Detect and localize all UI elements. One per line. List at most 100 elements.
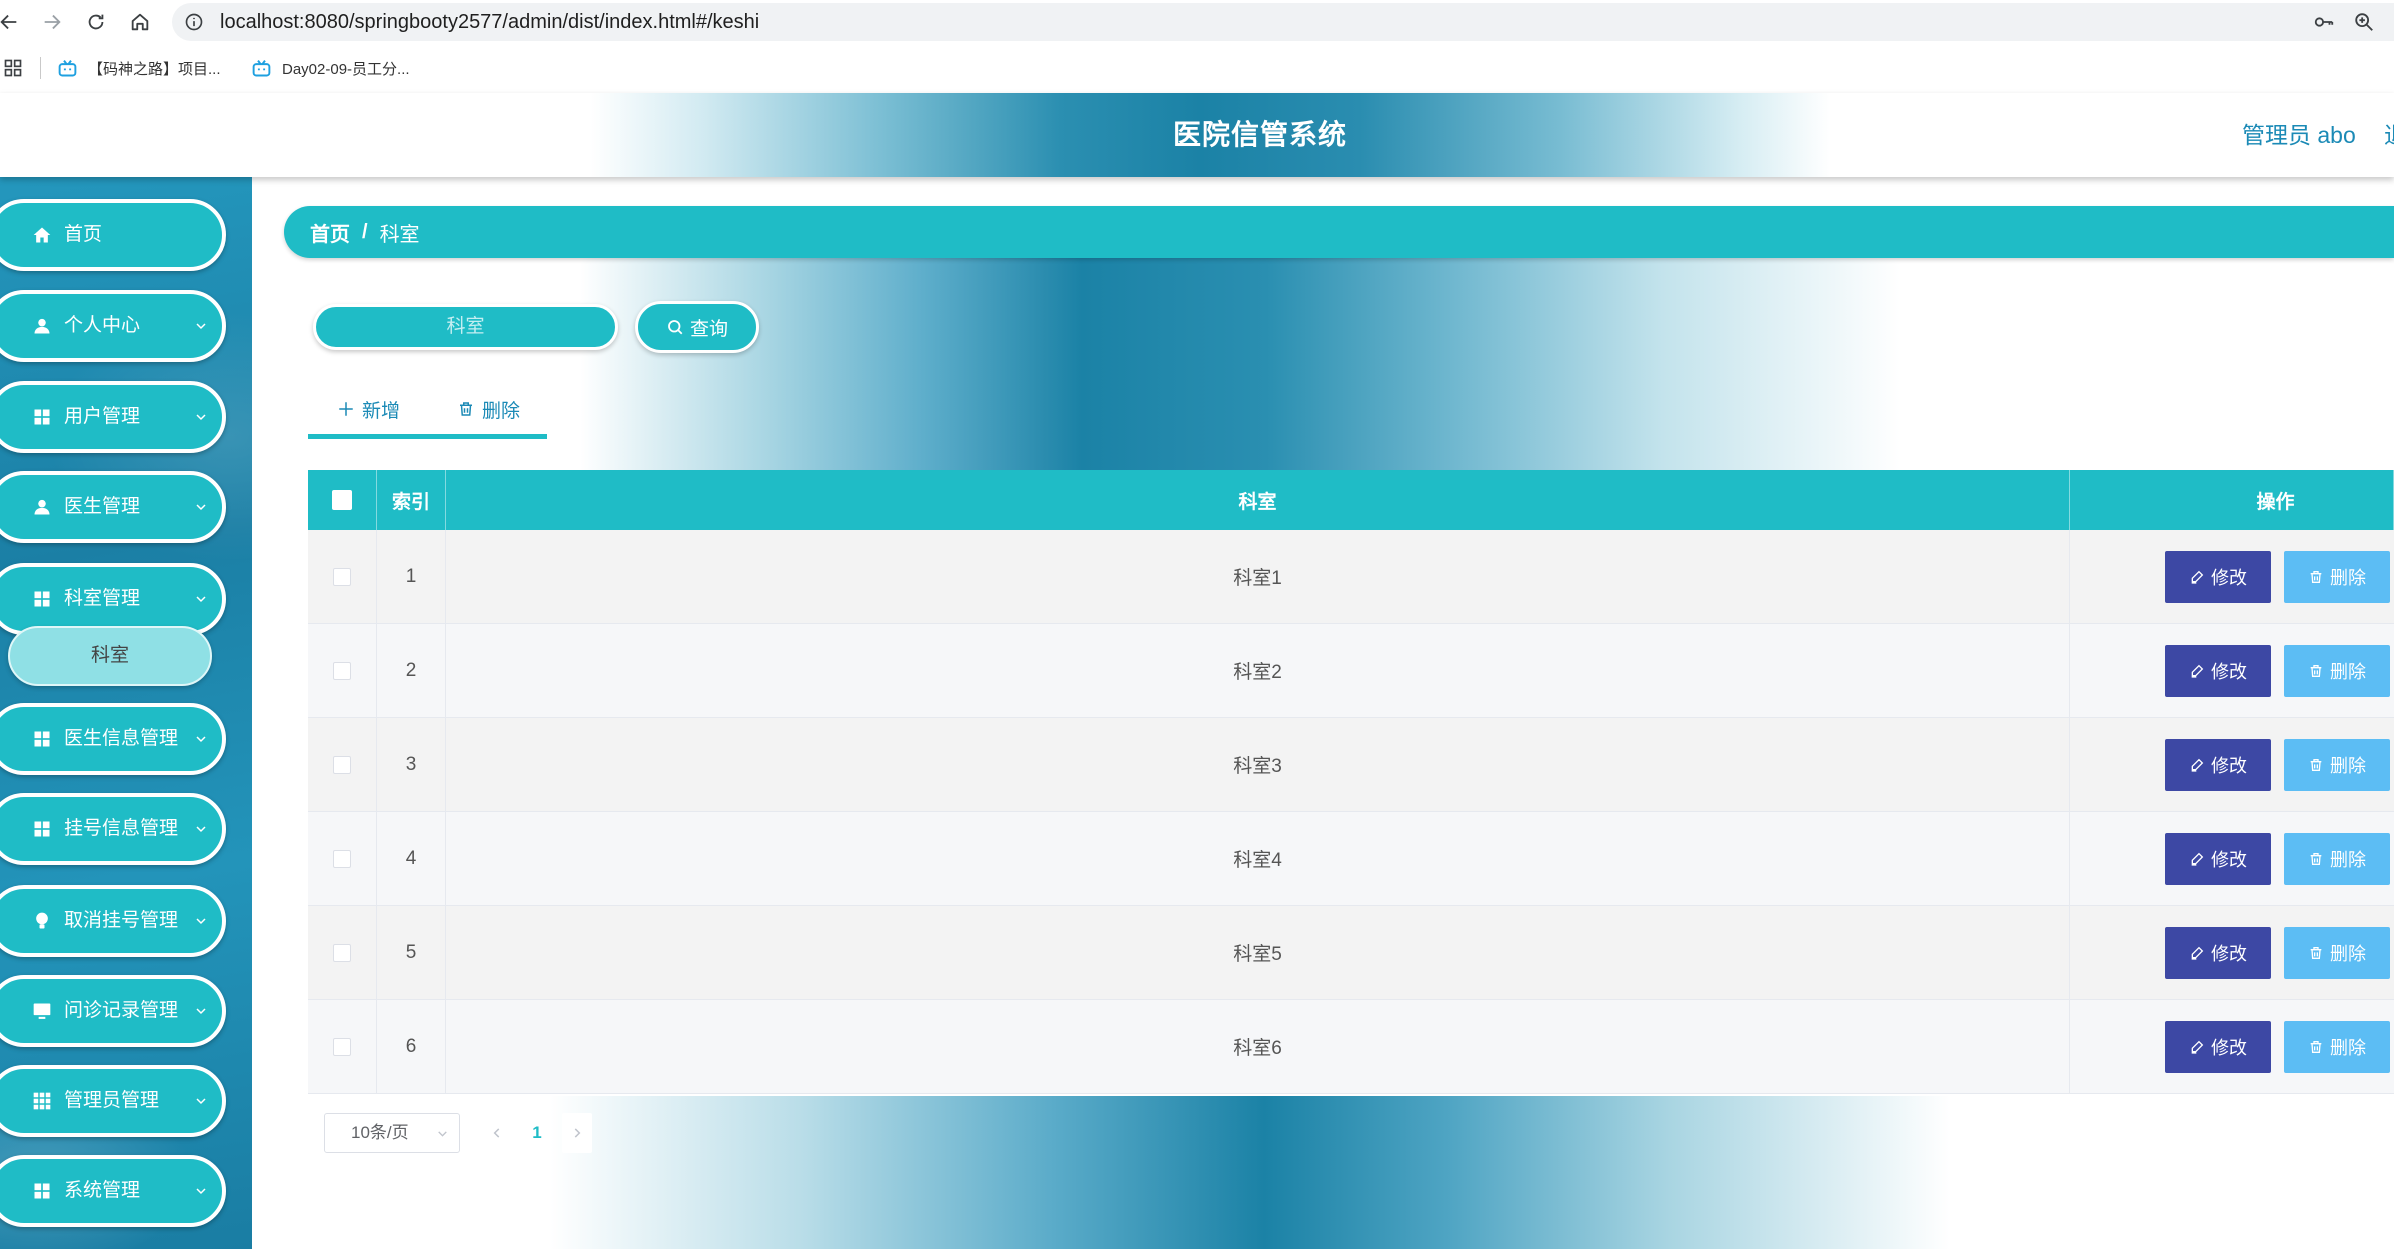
- row-checkbox[interactable]: [333, 849, 351, 868]
- delete-button-label: 删除: [2330, 1037, 2366, 1058]
- add-button-label: 新增: [362, 400, 401, 422]
- home-button[interactable]: [129, 11, 151, 33]
- site-info-button[interactable]: [183, 11, 205, 33]
- row-checkbox[interactable]: [333, 567, 351, 586]
- trash-icon: [2310, 946, 2322, 959]
- header-checkbox-cell: [308, 470, 377, 530]
- arrow-left-icon: [0, 14, 17, 30]
- sidebar-item-user-management[interactable]: 用户管理: [0, 381, 226, 453]
- edit-button-label: 修改: [2211, 943, 2247, 964]
- chevron-down-icon: [196, 918, 206, 925]
- edit-button-label: 修改: [2211, 567, 2247, 588]
- delete-button[interactable]: 删除: [2284, 738, 2390, 791]
- department-search-input[interactable]: [313, 304, 618, 350]
- column-header-name[interactable]: 科室: [446, 470, 2070, 530]
- edit-button[interactable]: 修改: [2165, 926, 2271, 979]
- row-actions: 修改 删除: [2070, 812, 2394, 905]
- chevron-down-icon: [196, 414, 206, 421]
- sidebar-item-personal-center[interactable]: 个人中心: [0, 290, 226, 362]
- sidebar-item-department-management[interactable]: 科室管理: [0, 563, 226, 635]
- delete-button[interactable]: 删除: [2284, 644, 2390, 697]
- bookmark-item[interactable]: Day02-09-员工分...: [251, 44, 410, 92]
- bookmark-label: 【码神之路】项目...: [88, 60, 221, 78]
- edit-button[interactable]: 修改: [2165, 738, 2271, 791]
- prev-page-button[interactable]: [484, 1113, 510, 1153]
- info-icon: [185, 13, 203, 31]
- current-user[interactable]: 管理员 abo: [2242, 93, 2356, 177]
- delete-button[interactable]: 删除: [2284, 926, 2390, 979]
- row-checkbox[interactable]: [333, 943, 351, 962]
- sidebar-item-doctor-info-management[interactable]: 医生信息管理: [0, 703, 226, 775]
- sidebar-item-admin-management[interactable]: 管理员管理: [0, 1065, 226, 1137]
- sidebar-item-system-management[interactable]: 系统管理: [0, 1155, 226, 1227]
- row-index: 5: [377, 906, 446, 999]
- sidebar-item-cancel-registration-management[interactable]: 取消挂号管理: [0, 885, 226, 957]
- reload-icon: [88, 14, 104, 30]
- edit-button-label: 修改: [2211, 1037, 2247, 1058]
- edit-button[interactable]: 修改: [2165, 1020, 2271, 1073]
- batch-delete-button[interactable]: 删除: [457, 395, 520, 423]
- row-index: 1: [377, 530, 446, 623]
- sidebar-item-doctor-management[interactable]: 医生管理: [0, 471, 226, 543]
- edit-button-label: 修改: [2211, 755, 2247, 776]
- edit-button[interactable]: 修改: [2165, 550, 2271, 603]
- column-header-actions: 操作: [2070, 470, 2394, 530]
- add-button[interactable]: 新增: [337, 395, 400, 423]
- next-page-button[interactable]: [562, 1113, 592, 1153]
- page-number-current[interactable]: 1: [522, 1113, 552, 1153]
- bilibili-icon: [58, 59, 77, 76]
- delete-button[interactable]: 删除: [2284, 550, 2390, 603]
- sidebar-item-label: 科室管理: [64, 588, 141, 609]
- row-department-name: 科室3: [446, 718, 2070, 811]
- back-button[interactable]: [0, 11, 20, 33]
- row-checkbox[interactable]: [333, 1037, 351, 1056]
- sidebar-item-consultation-records[interactable]: 问诊记录管理: [0, 975, 226, 1047]
- row-index: 2: [377, 624, 446, 717]
- edit-button[interactable]: 修改: [2165, 644, 2271, 697]
- url-text[interactable]: localhost:8080/springbooty2577/admin/dis…: [220, 0, 759, 44]
- password-key-button[interactable]: [2312, 11, 2336, 33]
- bookmark-item[interactable]: 【码神之路】项目...: [57, 44, 221, 92]
- chevron-down-icon: [196, 504, 206, 511]
- forward-button[interactable]: [41, 11, 63, 33]
- sidebar-item-registration-management[interactable]: 挂号信息管理: [0, 793, 226, 865]
- search-button[interactable]: 查询: [635, 301, 759, 353]
- grid-icon: [34, 821, 50, 837]
- row-department-name: 科室2: [446, 624, 2070, 717]
- select-all-checkbox[interactable]: [332, 490, 352, 510]
- row-checkbox-cell: [308, 906, 377, 999]
- row-checkbox[interactable]: [333, 661, 351, 680]
- sidebar-subitem-department[interactable]: 科室: [8, 626, 212, 686]
- sidebar-item-label: 医生信息管理: [64, 728, 179, 749]
- logout-link[interactable]: 退: [2384, 93, 2394, 177]
- zoom-button[interactable]: [2352, 11, 2376, 33]
- delete-button[interactable]: 删除: [2284, 832, 2390, 885]
- row-index: 3: [377, 718, 446, 811]
- sidebar-item-home[interactable]: 首页: [0, 199, 226, 271]
- sidebar-item-label: 挂号信息管理: [64, 818, 179, 839]
- row-checkbox[interactable]: [333, 755, 351, 774]
- page-size-select[interactable]: 10条/页: [324, 1113, 460, 1153]
- logout-label: 退: [2384, 93, 2394, 177]
- edit-icon: [2191, 1040, 2204, 1054]
- batch-delete-label: 删除: [482, 400, 521, 422]
- apps-grid-icon: [33, 1092, 51, 1110]
- reload-button[interactable]: [85, 11, 107, 33]
- breadcrumb-current: 科室: [379, 223, 420, 246]
- breadcrumb-home[interactable]: 首页: [310, 218, 350, 247]
- sidebar-item-label: 管理员管理: [64, 1090, 160, 1111]
- edit-button-label: 修改: [2211, 661, 2247, 682]
- bookmark-label: Day02-09-员工分...: [282, 60, 410, 78]
- delete-button[interactable]: 删除: [2284, 1020, 2390, 1073]
- grid-icon: [34, 409, 50, 425]
- edit-button[interactable]: 修改: [2165, 832, 2271, 885]
- apps-button[interactable]: [2, 57, 24, 79]
- plus-icon: [339, 402, 353, 416]
- delete-button-label: 删除: [2330, 849, 2366, 870]
- row-actions: 修改 删除: [2070, 1000, 2394, 1093]
- row-checkbox-cell: [308, 624, 377, 717]
- user-icon: [34, 499, 50, 515]
- chevron-down-icon: [196, 1188, 206, 1195]
- browser-toolbar: localhost:8080/springbooty2577/admin/dis…: [0, 0, 2394, 44]
- table-row: 6 科室6 修改 删除: [308, 1000, 2394, 1094]
